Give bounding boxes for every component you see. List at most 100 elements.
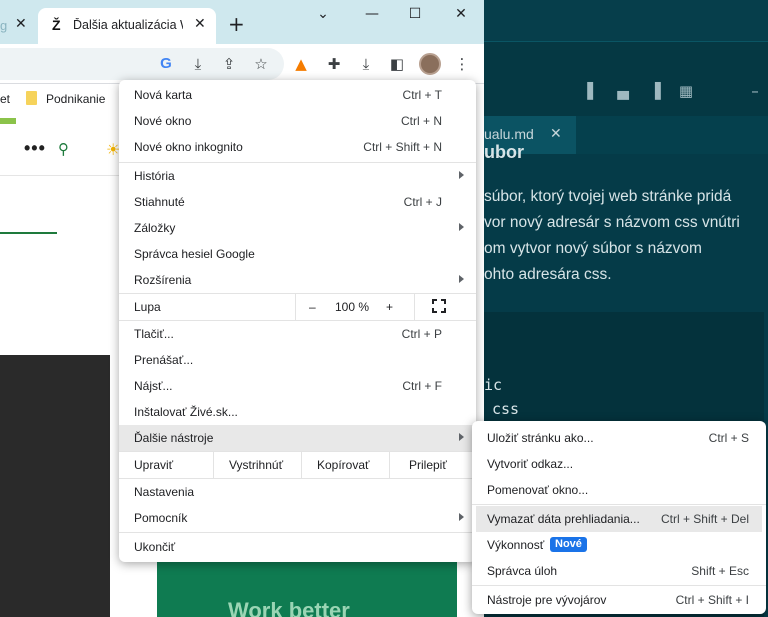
more-menu-icon[interactable]: ⋮ (452, 54, 472, 74)
tab-title: Ďalšia aktualizácia W (73, 18, 183, 32)
menu-item-edit: Upraviť Vystrihnúť Kopírovať Prilepiť (119, 452, 476, 478)
minimize-icon[interactable]: – (746, 82, 764, 100)
doc-line: ohto adresára css. (484, 266, 612, 283)
menu-item-label: Nové okno (134, 114, 192, 128)
submenu-item-performance[interactable]: Výkonnosť Nové (472, 532, 766, 558)
editor-titlebar (484, 0, 768, 42)
close-window-icon[interactable]: ✕ (451, 6, 471, 22)
toggle-secondary-sidebar-icon[interactable]: ▐ (646, 82, 664, 100)
menu-item-find[interactable]: Nájsť... Ctrl + F (119, 373, 476, 399)
search-icon[interactable]: ⚲ (58, 140, 69, 158)
menu-item-install-app[interactable]: Inštalovať Živé.sk... (119, 399, 476, 425)
submenu-item-developer-tools[interactable]: Nástroje pre vývojárov Ctrl + Shift + I (472, 587, 766, 613)
menu-item-bookmarks[interactable]: Záložky (119, 215, 476, 241)
bookmark-star-icon[interactable]: ☆ (251, 54, 271, 74)
submenu-item-save-page[interactable]: Uložiť stránku ako... Ctrl + S (472, 425, 766, 451)
new-badge: Nové (550, 537, 587, 552)
customize-layout-icon[interactable]: ▦ (677, 82, 695, 100)
install-app-icon[interactable]: ⤓ (188, 54, 208, 74)
copy-button[interactable]: Kopírovať (317, 458, 370, 472)
close-icon[interactable]: ✕ (194, 16, 206, 32)
menu-item-label: Nové okno inkognito (134, 140, 243, 154)
submenu-item-name-window[interactable]: Pomenovať okno... (472, 477, 766, 503)
menu-item-exit[interactable]: Ukončiť (119, 534, 476, 560)
menu-item-label: História (134, 169, 175, 183)
submenu-item-label: Pomenovať okno... (487, 483, 589, 497)
bookmark-item[interactable]: et (0, 92, 10, 106)
menu-item-label: Ďalšie nástroje (134, 431, 214, 445)
new-tab-button[interactable]: + (228, 12, 245, 36)
doc-line: vor nový adresár s názvom css vnútri (484, 214, 740, 231)
address-bar[interactable] (0, 48, 284, 80)
submenu-item-label: Vymazať dáta prehliadania... (487, 512, 640, 526)
side-panel-icon[interactable]: ◧ (387, 54, 407, 74)
maximize-icon[interactable]: ☐ (405, 6, 425, 22)
tab-favicon: g (0, 18, 8, 33)
menu-item-print[interactable]: Tlačiť... Ctrl + P (119, 321, 476, 347)
google-lens-icon[interactable]: G (156, 54, 176, 74)
toggle-primary-sidebar-icon[interactable]: ▌ (584, 82, 602, 100)
editor-tab-label: ualu.md (484, 126, 534, 142)
menu-item-shortcut: Ctrl + J (403, 195, 442, 209)
extensions-puzzle-icon[interactable]: ✚ (324, 54, 344, 74)
submenu-item-create-shortcut[interactable]: Vytvoriť odkaz... (472, 451, 766, 477)
dark-panel (0, 355, 110, 617)
menu-item-shortcut: Ctrl + T (402, 88, 442, 102)
paste-button[interactable]: Prilepiť (409, 458, 447, 472)
submenu-item-task-manager[interactable]: Správca úloh Shift + Esc (472, 558, 766, 584)
menu-item-more-tools[interactable]: Ďalšie nástroje (119, 425, 476, 451)
edit-divider (389, 451, 390, 479)
menu-item-shortcut: Ctrl + N (400, 114, 442, 128)
vlc-extension-icon[interactable]: ▲ (291, 54, 311, 74)
submenu-item-shortcut: Ctrl + S (708, 431, 749, 445)
doc-line: súbor, ktorý tvojej web stránke pridá (484, 188, 732, 205)
menu-item-label: Pomocník (134, 511, 188, 525)
fullscreen-icon[interactable] (432, 299, 446, 313)
menu-item-new-incognito-window[interactable]: Nové okno inkognito Ctrl + Shift + N (119, 134, 476, 160)
menu-item-shortcut: Ctrl + P (401, 327, 442, 341)
menu-item-label: Správca hesiel Google (134, 247, 255, 261)
close-icon[interactable]: ✕ (550, 116, 562, 152)
zoom-level: 100 % (335, 300, 370, 314)
menu-item-cast[interactable]: Prenášať... (119, 347, 476, 373)
submenu-item-label: Správca úloh (487, 564, 558, 578)
editor-toolbar (484, 42, 768, 116)
submenu-separator (472, 504, 766, 505)
close-icon[interactable]: ✕ (15, 16, 27, 32)
menu-item-new-tab[interactable]: Nová karta Ctrl + T (119, 82, 476, 108)
submenu-item-shortcut: Shift + Esc (691, 564, 749, 578)
toggle-panel-icon[interactable]: ▄ (614, 82, 632, 100)
zoom-in-button[interactable]: + (386, 300, 393, 314)
menu-item-password-manager[interactable]: Správca hesiel Google (119, 241, 476, 267)
share-icon[interactable]: ⇪ (219, 54, 239, 74)
chrome-main-menu: Nová karta Ctrl + T Nové okno Ctrl + N N… (119, 80, 476, 562)
submenu-item-clear-browsing-data[interactable]: Vymazať dáta prehliadania... Ctrl + Shif… (476, 506, 762, 532)
menu-item-settings[interactable]: Nastavenia (119, 479, 476, 505)
cut-button[interactable]: Vystrihnúť (229, 458, 283, 472)
zoom-label: Lupa (134, 300, 161, 314)
menu-item-downloads[interactable]: Stiahnuté Ctrl + J (119, 189, 476, 215)
submenu-item-shortcut: Ctrl + Shift + I (675, 593, 749, 607)
bookmark-folder-podnikanie[interactable]: Podnikanie (46, 92, 105, 106)
menu-item-history[interactable]: História (119, 163, 476, 189)
menu-separator (119, 532, 476, 533)
submenu-item-label: Uložiť stránku ako... (487, 431, 594, 445)
tab-search-icon[interactable]: ⌄ (313, 6, 333, 22)
tab-previous[interactable]: g ✕ (0, 8, 38, 44)
tab-favicon: Ž (52, 17, 61, 33)
menu-item-help[interactable]: Pomocník (119, 505, 476, 531)
zoom-divider (295, 293, 296, 321)
doc-line: om vytvor nový súbor s názvom (484, 240, 702, 257)
menu-item-extensions[interactable]: Rozšírenia (119, 267, 476, 293)
minimize-icon[interactable]: — (362, 6, 382, 22)
tab-active[interactable]: Ž Ďalšia aktualizácia W ✕ (38, 8, 216, 44)
submenu-arrow-icon (459, 433, 464, 441)
zoom-out-button[interactable]: – (309, 300, 316, 314)
menu-item-new-window[interactable]: Nové okno Ctrl + N (119, 108, 476, 134)
menu-item-shortcut: Ctrl + Shift + N (363, 140, 442, 154)
downloads-icon[interactable]: ⤓ (356, 54, 376, 74)
menu-item-label: Nájsť... (134, 379, 173, 393)
profile-avatar[interactable] (419, 53, 441, 75)
submenu-arrow-icon (459, 223, 464, 231)
more-dots-icon[interactable]: ••• (24, 138, 46, 159)
